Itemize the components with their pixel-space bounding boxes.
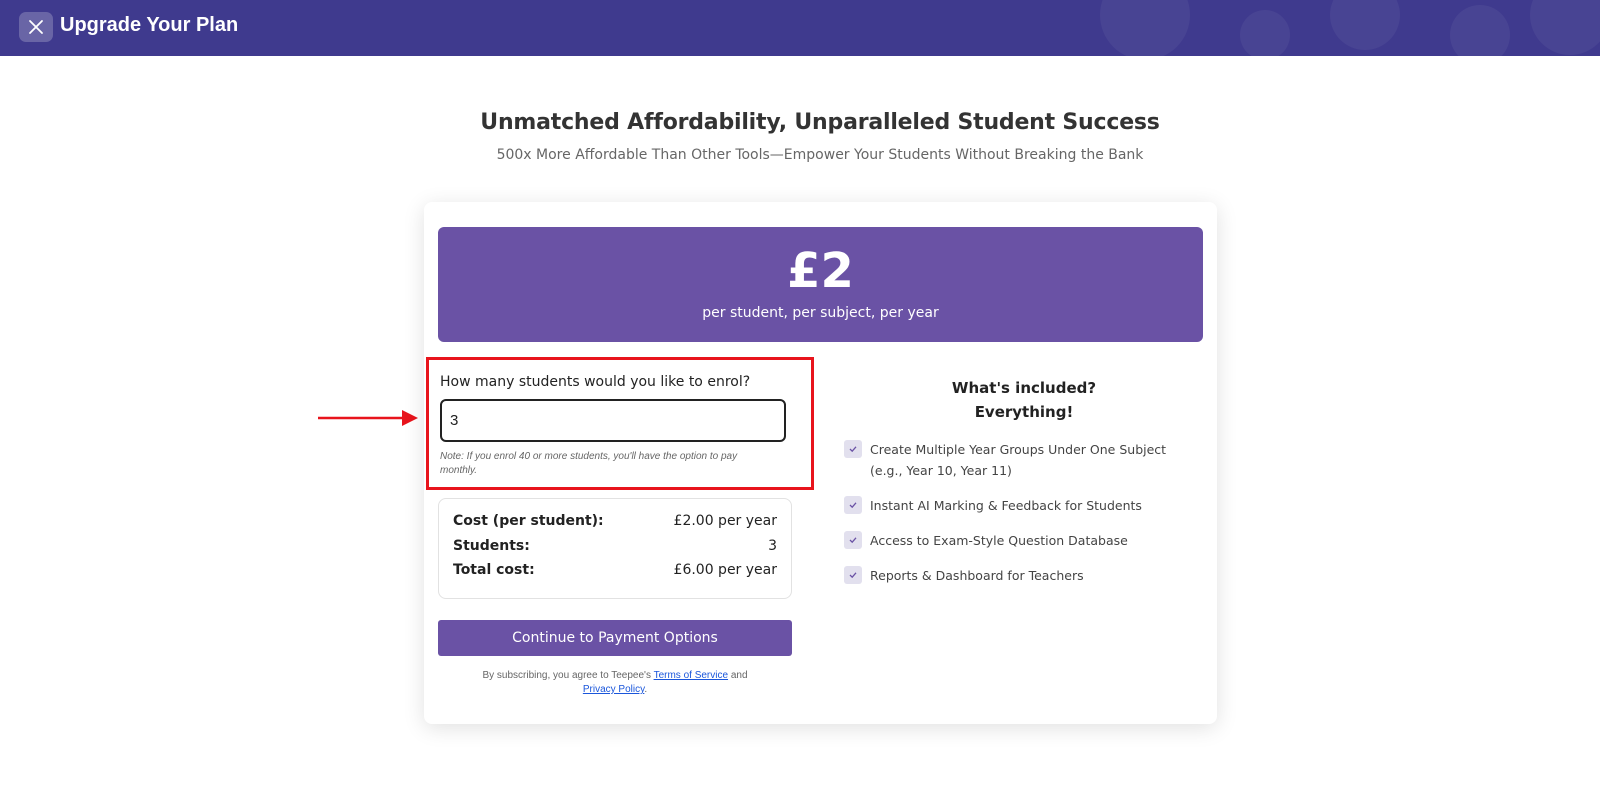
close-button[interactable] bbox=[19, 12, 53, 42]
included-heading-line2: Everything! bbox=[974, 403, 1074, 421]
header-decoration bbox=[1450, 5, 1510, 56]
check-icon bbox=[844, 566, 862, 584]
header-decoration bbox=[1100, 0, 1190, 56]
summary-value: 3 bbox=[768, 537, 777, 554]
price-caption: per student, per subject, per year bbox=[702, 305, 939, 321]
terms-and: and bbox=[730, 670, 748, 681]
feature-text: Create Multiple Year Groups Under One Su… bbox=[870, 442, 1167, 478]
included-heading-line1: What's included? bbox=[951, 379, 1097, 397]
summary-label: Total cost: bbox=[453, 562, 535, 578]
summary-row-cost: Cost (per student): £2.00 per year bbox=[453, 513, 777, 538]
feature-text: Access to Exam-Style Question Database bbox=[870, 533, 1128, 548]
terms-prefix: By subscribing, you agree to Teepee's bbox=[482, 670, 651, 681]
price-banner: £2 per student, per subject, per year bbox=[438, 227, 1203, 342]
close-icon bbox=[29, 20, 43, 34]
hero-title: Unmatched Affordability, Unparalleled St… bbox=[480, 110, 1160, 135]
header-decoration bbox=[1330, 0, 1400, 50]
top-bar: Upgrade Your Plan bbox=[0, 0, 1600, 56]
summary-value: £2.00 per year bbox=[673, 513, 777, 529]
check-icon bbox=[844, 531, 862, 549]
student-count-input[interactable] bbox=[440, 399, 786, 442]
enrol-note: Note: If you enrol 40 or more students, … bbox=[440, 451, 738, 476]
feature-item: Create Multiple Year Groups Under One Su… bbox=[844, 440, 1194, 481]
price-amount: £2 bbox=[787, 243, 854, 299]
privacy-policy-link[interactable]: Privacy Policy bbox=[583, 684, 645, 695]
header-decoration bbox=[1530, 0, 1600, 55]
included-heading: What's included? Everything! bbox=[844, 376, 1204, 424]
page-title: Upgrade Your Plan bbox=[60, 14, 239, 36]
summary-label: Cost (per student): bbox=[453, 513, 604, 529]
feature-text: Reports & Dashboard for Teachers bbox=[870, 568, 1084, 583]
terms-suffix: . bbox=[644, 684, 648, 695]
summary-value: £6.00 per year bbox=[673, 562, 777, 578]
feature-text: Instant AI Marking & Feedback for Studen… bbox=[870, 498, 1142, 513]
summary-label: Students: bbox=[453, 537, 530, 554]
summary-row-students: Students: 3 bbox=[453, 538, 777, 563]
terms-of-service-link[interactable]: Terms of Service bbox=[654, 670, 728, 681]
hero-subtitle: 500x More Affordable Than Other Tools—Em… bbox=[496, 147, 1144, 163]
continue-to-payment-button[interactable]: Continue to Payment Options bbox=[438, 620, 792, 656]
enrol-section: How many students would you like to enro… bbox=[426, 357, 814, 490]
check-icon bbox=[844, 496, 862, 514]
terms-text: By subscribing, you agree to Teepee's Te… bbox=[438, 669, 792, 697]
check-icon bbox=[844, 440, 862, 458]
feature-item: Access to Exam-Style Question Database bbox=[844, 531, 1194, 551]
pricing-card: £2 per student, per subject, per year Ho… bbox=[424, 202, 1217, 724]
header-decoration bbox=[1240, 10, 1290, 56]
feature-item: Instant AI Marking & Feedback for Studen… bbox=[844, 496, 1194, 516]
feature-item: Reports & Dashboard for Teachers bbox=[844, 566, 1194, 586]
summary-row-total: Total cost: £6.00 per year bbox=[453, 562, 777, 587]
arrow-right-icon bbox=[318, 410, 418, 426]
cost-summary: Cost (per student): £2.00 per year Stude… bbox=[438, 498, 792, 599]
enrol-label: How many students would you like to enro… bbox=[440, 374, 751, 390]
